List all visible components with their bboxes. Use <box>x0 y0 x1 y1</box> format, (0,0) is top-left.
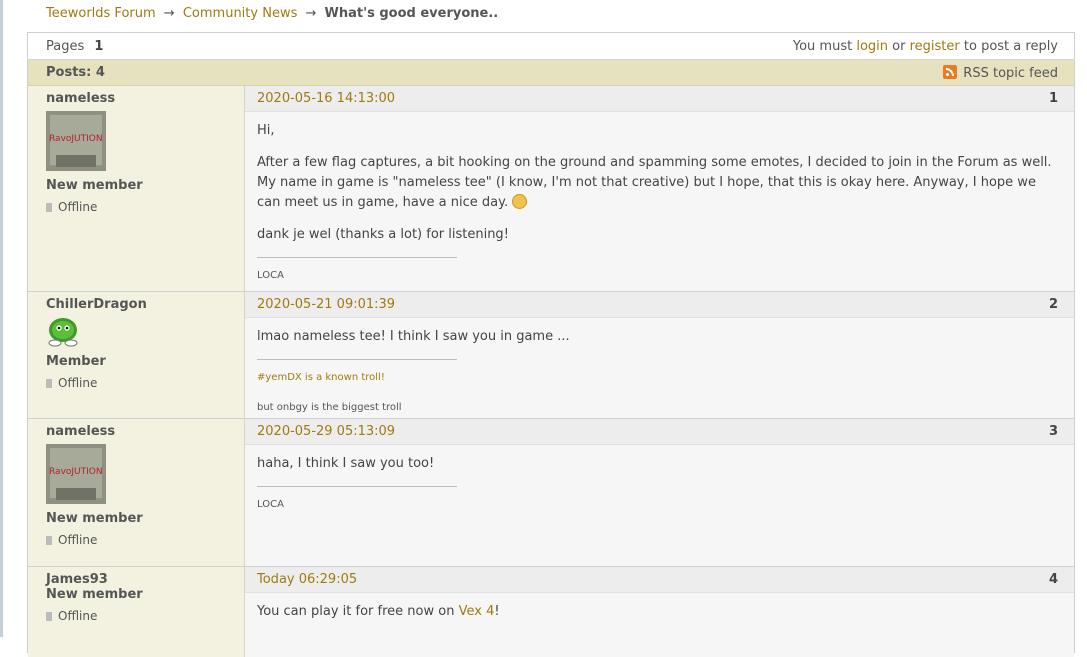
posts-count: Posts: 4 <box>46 65 105 80</box>
post: nameless RavoJUTION New member Offline 2… <box>28 86 1074 292</box>
post-author-panel: James93 New member Offline <box>28 567 245 657</box>
rss-icon <box>943 65 958 79</box>
breadcrumb-separator: → <box>163 6 175 21</box>
post-content: lmao nameless tee! I think I saw you in … <box>257 327 1058 418</box>
author-rank: New member <box>46 587 143 602</box>
login-prompt-or: or <box>892 39 906 54</box>
rss-topic-feed-link[interactable]: RSS topic feed <box>943 65 1058 81</box>
post-content: haha, I think I saw you too! LOCA <box>257 454 1058 515</box>
post-signature: LOCA <box>257 257 457 286</box>
author-name-link[interactable]: nameless <box>46 424 115 439</box>
author-name-link[interactable]: ChillerDragon <box>46 297 147 312</box>
post-date-link[interactable]: 2020-05-29 05:13:09 <box>257 424 395 439</box>
login-prompt-suffix: to post a reply <box>963 39 1058 54</box>
post-paragraph: haha, I think I saw you too! <box>257 456 435 471</box>
post-paragraph: dank je wel (thanks a lot) for listening… <box>257 227 509 242</box>
post-header: 2020-05-21 09:01:39 2 <box>245 292 1074 318</box>
post-content: Hi, After a few flag captures, a bit hoo… <box>257 121 1058 286</box>
post-paragraph: You can play it for free now on Vex 4! <box>257 602 1058 622</box>
author-status-label: Offline <box>58 200 98 214</box>
avatar-graffiti-text: RavoJUTION <box>49 134 103 144</box>
author-status-label: Offline <box>58 609 98 623</box>
post-body: 2020-05-16 14:13:00 1 Hi, After a few fl… <box>245 86 1074 291</box>
post-text-suffix: ! <box>494 604 500 619</box>
post-author-panel: ChillerDragon Member Offline <box>28 292 245 418</box>
post-number: 1 <box>1048 91 1058 106</box>
vex4-link[interactable]: Vex 4 <box>459 604 495 619</box>
post: James93 New member Offline Today 06:29:0… <box>28 567 1074 657</box>
post-date-link[interactable]: Today 06:29:05 <box>257 572 357 587</box>
post-paragraph: Hi, <box>257 123 275 138</box>
post-paragraph-text: After a few flag captures, a bit hooking… <box>257 155 1052 210</box>
author-name-link[interactable]: nameless <box>46 91 115 106</box>
register-link[interactable]: register <box>910 39 960 54</box>
signature-line: LOCA <box>257 499 284 510</box>
right-edge <box>1077 0 1087 637</box>
post-header: 2020-05-29 05:13:09 3 <box>245 419 1074 445</box>
smiley-emote-icon <box>512 194 528 209</box>
author-rank: New member <box>46 511 143 526</box>
pagination: Pages 1 <box>46 39 103 54</box>
pages-label: Pages <box>46 39 85 54</box>
post-header: Today 06:29:05 4 <box>245 567 1074 593</box>
post-date-link[interactable]: 2020-05-16 14:13:00 <box>257 91 395 106</box>
current-page: 1 <box>94 39 104 54</box>
posts-header-bar: Posts: 4 RSS topic feed <box>28 60 1074 86</box>
avatar-graffiti-text: RavoJUTION <box>49 467 103 477</box>
post-paragraph: After a few flag captures, a bit hooking… <box>257 153 1058 213</box>
breadcrumb-forum-link[interactable]: Teeworlds Forum <box>46 6 156 21</box>
login-link[interactable]: login <box>856 39 888 54</box>
post-date-link[interactable]: 2020-05-21 09:01:39 <box>257 297 395 312</box>
post-signature: #yemDX is a known troll! but onbgy is th… <box>257 359 457 418</box>
author-status: Offline <box>46 533 97 547</box>
post: nameless RavoJUTION New member Offline 2… <box>28 419 1074 567</box>
left-edge <box>0 0 3 637</box>
author-status-label: Offline <box>58 376 98 390</box>
post-number: 4 <box>1048 572 1058 587</box>
offline-indicator-icon <box>46 203 52 212</box>
breadcrumb: Teeworlds Forum → Community News → What'… <box>46 6 498 21</box>
login-prompt-prefix: You must <box>792 39 853 54</box>
author-rank: Member <box>46 354 106 369</box>
author-status: Offline <box>46 609 97 623</box>
post-author-panel: nameless RavoJUTION New member Offline <box>28 419 245 566</box>
avatar: RavoJUTION <box>46 111 106 171</box>
author-status: Offline <box>46 200 97 214</box>
breadcrumb-topic-title: What's good everyone.. <box>324 6 499 21</box>
rss-label: RSS topic feed <box>963 66 1058 81</box>
breadcrumb-separator: → <box>305 6 317 21</box>
author-status-label: Offline <box>58 533 98 547</box>
post-paragraph: lmao nameless tee! I think I saw you in … <box>257 329 570 344</box>
offline-indicator-icon <box>46 379 52 388</box>
login-prompt: You must login or register to post a rep… <box>793 39 1058 54</box>
breadcrumb-section-link[interactable]: Community News <box>183 6 298 21</box>
post-text: You can play it for free now on <box>257 604 455 619</box>
post-author-panel: nameless RavoJUTION New member Offline <box>28 86 245 291</box>
offline-indicator-icon <box>46 612 52 621</box>
post-body: 2020-05-21 09:01:39 2 lmao nameless tee!… <box>245 292 1074 418</box>
offline-indicator-icon <box>46 536 52 545</box>
avatar <box>46 317 82 347</box>
author-rank: New member <box>46 178 143 193</box>
signature-line: but onbgy is the biggest troll <box>257 402 402 413</box>
post-header: 2020-05-16 14:13:00 1 <box>245 86 1074 112</box>
post-signature: LOCA <box>257 486 457 515</box>
post-number: 3 <box>1048 424 1058 439</box>
author-status: Offline <box>46 376 97 390</box>
signature-line: LOCA <box>257 270 284 281</box>
topic-container: Pages 1 You must login or register to po… <box>27 32 1075 657</box>
post-body: 2020-05-29 05:13:09 3 haha, I think I sa… <box>245 419 1074 566</box>
avatar: RavoJUTION <box>46 444 106 504</box>
post-content: You can play it for free now on Vex 4! <box>257 602 1058 634</box>
signature-line: #yemDX is a known troll! <box>257 372 385 383</box>
author-name-link[interactable]: James93 <box>46 572 108 587</box>
post-body: Today 06:29:05 4 You can play it for fre… <box>245 567 1074 657</box>
post: ChillerDragon Member Offline 2020-05-21 … <box>28 292 1074 419</box>
pagination-bar: Pages 1 You must login or register to po… <box>28 33 1074 60</box>
post-number: 2 <box>1048 297 1058 312</box>
